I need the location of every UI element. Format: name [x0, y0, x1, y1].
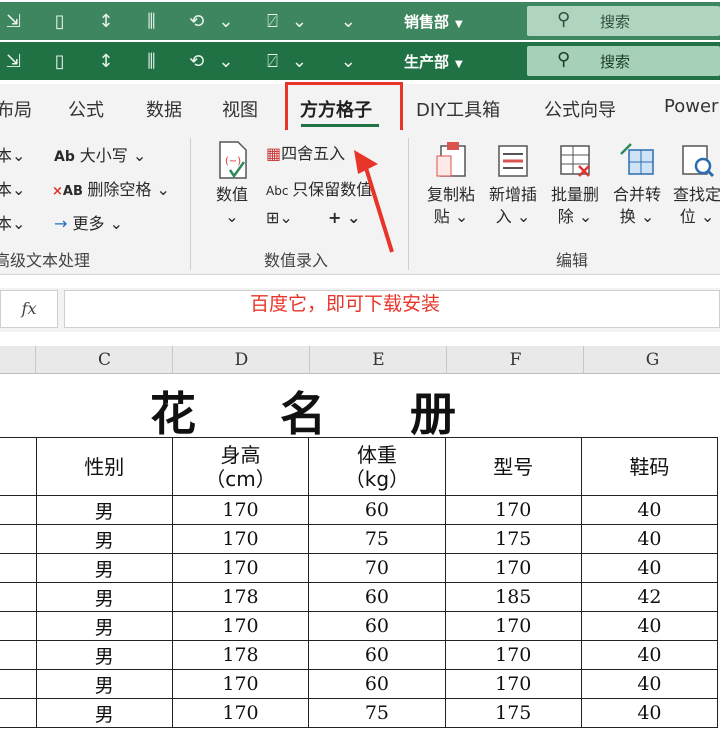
table-row: 男 170 60 170 40: [0, 669, 719, 699]
table-cell[interactable]: 170: [171, 611, 310, 641]
annotation-text: 百度它，即可下载安装: [250, 293, 441, 315]
roster-table: 性别 身高 （cm） 体重 （kg） 型号 鞋码 男 170 60 170 40 男 170 75…: [0, 437, 719, 728]
table-cell[interactable]: 40: [580, 553, 719, 583]
column-headers: C D E F G: [0, 346, 720, 374]
table-cell[interactable]: [0, 698, 37, 728]
table-cell[interactable]: 178: [171, 582, 310, 612]
table-cell[interactable]: 170: [171, 524, 310, 554]
column-header[interactable]: E: [310, 350, 447, 370]
column-header[interactable]: D: [173, 350, 310, 370]
table-cell[interactable]: 178: [171, 640, 310, 670]
table-cell[interactable]: 男: [35, 553, 173, 583]
table-cell[interactable]: [0, 495, 37, 525]
table-cell[interactable]: 75: [308, 698, 446, 728]
table-cell[interactable]: 170: [444, 553, 582, 583]
table-cell[interactable]: 170: [171, 495, 310, 525]
table-row: 男 178 60 170 40: [0, 640, 719, 670]
table-row: 男 170 75 175 40: [0, 524, 719, 554]
table-cell[interactable]: 185: [444, 582, 582, 612]
column-header[interactable]: C: [36, 350, 173, 370]
insert-function-button[interactable]: fx: [0, 290, 58, 328]
table-row: 男 170 60 170 40: [0, 611, 719, 641]
table-cell[interactable]: 175: [444, 698, 582, 728]
table-row: 男 170 60 170 40: [0, 495, 719, 525]
table-cell[interactable]: 170: [444, 669, 582, 699]
table-cell[interactable]: 40: [580, 669, 719, 699]
table-cell[interactable]: 60: [308, 669, 446, 699]
table-cell[interactable]: 40: [580, 524, 719, 554]
table-cell[interactable]: [0, 669, 37, 699]
table-row: 男 170 70 170 40: [0, 553, 719, 583]
table-cell[interactable]: [0, 640, 37, 670]
table-cell[interactable]: 170: [171, 698, 310, 728]
table-cell[interactable]: 175: [444, 524, 582, 554]
column-header[interactable]: G: [584, 350, 720, 370]
table-header-cell[interactable]: 型号: [444, 437, 582, 496]
table-cell[interactable]: 40: [580, 611, 719, 641]
sheet-title[interactable]: 花名册: [150, 378, 540, 444]
table-cell[interactable]: 170: [444, 640, 582, 670]
table-row: 男 170 75 175 40: [0, 698, 719, 728]
table-cell[interactable]: 男: [35, 611, 173, 641]
table-cell[interactable]: 170: [171, 669, 310, 699]
table-cell[interactable]: 170: [444, 611, 582, 641]
column-header[interactable]: F: [447, 350, 584, 370]
table-cell[interactable]: 40: [580, 495, 719, 525]
table-cell[interactable]: 170: [444, 495, 582, 525]
table-cell[interactable]: [0, 437, 37, 496]
table-cell[interactable]: [0, 611, 37, 641]
table-cell[interactable]: 40: [580, 640, 719, 670]
table-cell[interactable]: [0, 524, 37, 554]
table-row: 男 178 60 185 42: [0, 582, 719, 612]
table-cell[interactable]: 男: [35, 669, 173, 699]
table-header-row: 性别 身高 （cm） 体重 （kg） 型号 鞋码: [0, 437, 719, 496]
table-cell[interactable]: [0, 553, 37, 583]
table-cell[interactable]: 男: [35, 640, 173, 670]
table-cell[interactable]: 75: [308, 524, 446, 554]
excel-window: ⇲ ▯ ↕ ⫼ ⟲⌄ ⍁⌄ ⌄ 销售部 ▼ ⚲ 搜索 ⇲ ▯ ↕ ⫼ ⟲⌄ ⍁⌄ …: [0, 0, 720, 729]
table-cell[interactable]: 170: [171, 553, 310, 583]
table-cell[interactable]: 70: [308, 553, 446, 583]
table-cell[interactable]: 男: [35, 495, 173, 525]
table-cell[interactable]: 男: [35, 582, 173, 612]
table-cell[interactable]: [0, 582, 37, 612]
table-header-cell[interactable]: 性别: [35, 437, 173, 496]
table-cell[interactable]: 60: [308, 611, 446, 641]
table-cell[interactable]: 40: [580, 698, 719, 728]
table-cell[interactable]: 男: [35, 698, 173, 728]
table-header-cell[interactable]: 鞋码: [580, 437, 719, 496]
table-header-cell[interactable]: 身高 （cm）: [171, 437, 310, 496]
table-cell[interactable]: 60: [308, 640, 446, 670]
table-cell[interactable]: 42: [580, 582, 719, 612]
table-cell[interactable]: 男: [35, 524, 173, 554]
table-cell[interactable]: 60: [308, 495, 446, 525]
table-cell[interactable]: 60: [308, 582, 446, 612]
table-header-cell[interactable]: 体重 （kg）: [308, 437, 446, 496]
